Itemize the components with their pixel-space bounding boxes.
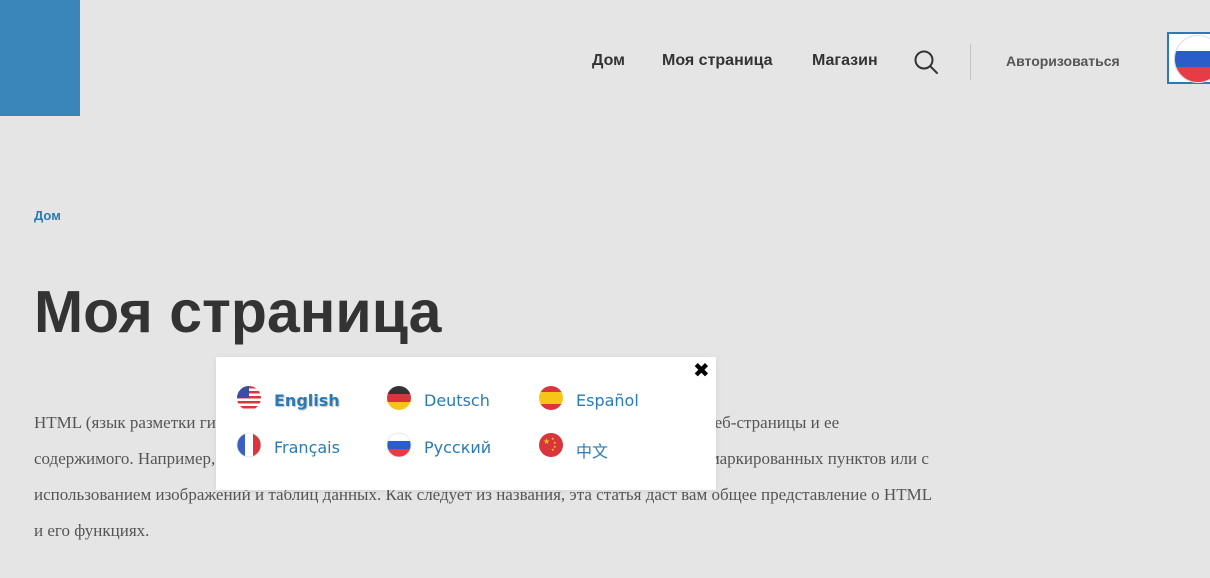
language-label-chinese: 中文 [576, 442, 609, 461]
nav-my-page-link[interactable]: Моя страница [662, 52, 773, 70]
site-logo[interactable]: ал [0, 0, 80, 116]
language-switcher-button[interactable] [1167, 32, 1210, 84]
language-label-russkiy: Русский [424, 438, 492, 457]
spain-flag-icon [539, 386, 563, 410]
login-link[interactable]: Авторизоваться [1006, 53, 1120, 69]
search-icon[interactable] [913, 49, 939, 75]
germany-flag-icon [387, 386, 411, 410]
russia-flag-icon [1174, 35, 1210, 83]
close-icon[interactable]: ✖ [693, 361, 710, 381]
language-label-espanol: Español [576, 391, 639, 410]
russia-flag-icon [386, 432, 412, 458]
usa-flag-icon [237, 386, 261, 410]
language-modal: ✖ English Deutsch Español Français Русск… [216, 357, 716, 490]
breadcrumb-home[interactable]: Дом [34, 208, 61, 223]
language-label-english: English [274, 391, 340, 410]
svg-text:★: ★ [543, 437, 550, 446]
language-label-francais: Français [274, 438, 340, 457]
nav-home-link[interactable]: Дом [592, 52, 625, 70]
nav-divider [970, 44, 971, 80]
logo-text: ал [0, 43, 2, 77]
language-label-deutsch: Deutsch [424, 391, 490, 410]
china-flag-icon: ★ ★ ★ ★ ★ [539, 433, 563, 457]
nav-shop-link[interactable]: Магазин [812, 52, 878, 70]
svg-text:★: ★ [551, 447, 555, 452]
page-title: Моя страница [34, 279, 442, 345]
france-flag-icon [236, 432, 262, 458]
